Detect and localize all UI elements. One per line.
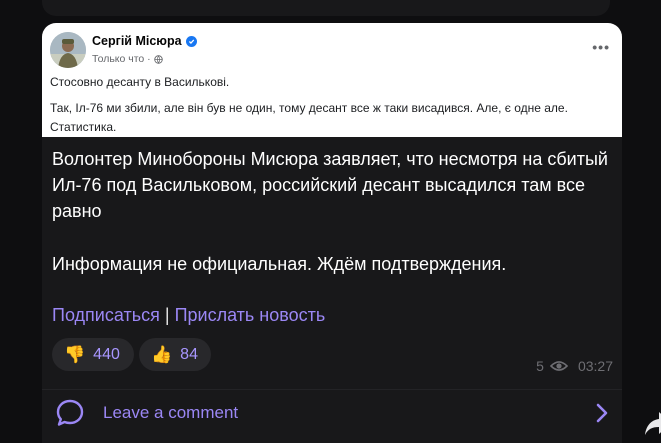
author-name[interactable]: Сергій Місюра <box>92 34 197 48</box>
post-stats: 5 03:27 <box>536 358 613 374</box>
message-links: Подписаться | Прислать новость <box>52 303 325 327</box>
leave-comment-button[interactable]: Leave a comment <box>42 390 622 443</box>
message-title: Волонтер Минобороны Мисюра заявляет, что… <box>52 149 608 221</box>
post-card: Сергій Місюра Только что · ••• Стосовно … <box>42 23 622 443</box>
post-text-line2: Так, Іл-76 ми збили, але він був не один… <box>50 101 568 134</box>
previous-post-card <box>42 0 610 16</box>
leave-comment-label: Leave a comment <box>103 403 239 422</box>
message-note: Информация не официальная. Ждём подтверж… <box>52 254 507 274</box>
subscribe-link[interactable]: Подписаться <box>52 305 160 325</box>
link-separator: | <box>164 305 170 325</box>
chevron-right-icon <box>596 403 608 423</box>
embedded-facebook-screenshot[interactable]: Сергій Місюра Только что · ••• Стосовно … <box>42 23 622 137</box>
view-count: 5 <box>536 358 544 374</box>
verified-badge-icon <box>185 35 197 47</box>
share-arrow-icon[interactable] <box>643 408 661 438</box>
author-name-text: Сергій Місюра <box>92 34 182 48</box>
send-news-link[interactable]: Прислать новость <box>175 305 326 325</box>
reaction-dislike[interactable]: 👎 440 <box>52 338 134 371</box>
reaction-like[interactable]: 👍 84 <box>139 338 211 371</box>
post-meta: Только что · <box>92 53 163 65</box>
post-time-stamp: 03:27 <box>577 358 613 374</box>
post-time: Только что · <box>92 53 151 65</box>
globe-icon <box>153 54 163 64</box>
author-avatar <box>50 32 86 68</box>
thumbs-up-icon: 👍 <box>151 345 173 364</box>
more-options-icon[interactable]: ••• <box>592 39 610 55</box>
reaction-count: 84 <box>180 345 198 363</box>
eye-icon <box>549 361 568 371</box>
post-text-line1: Стосовно десанту в Василькові. <box>50 75 230 89</box>
comment-bubble-icon <box>56 399 84 426</box>
reaction-count: 440 <box>93 345 120 363</box>
thumbs-down-icon: 👎 <box>64 345 86 364</box>
